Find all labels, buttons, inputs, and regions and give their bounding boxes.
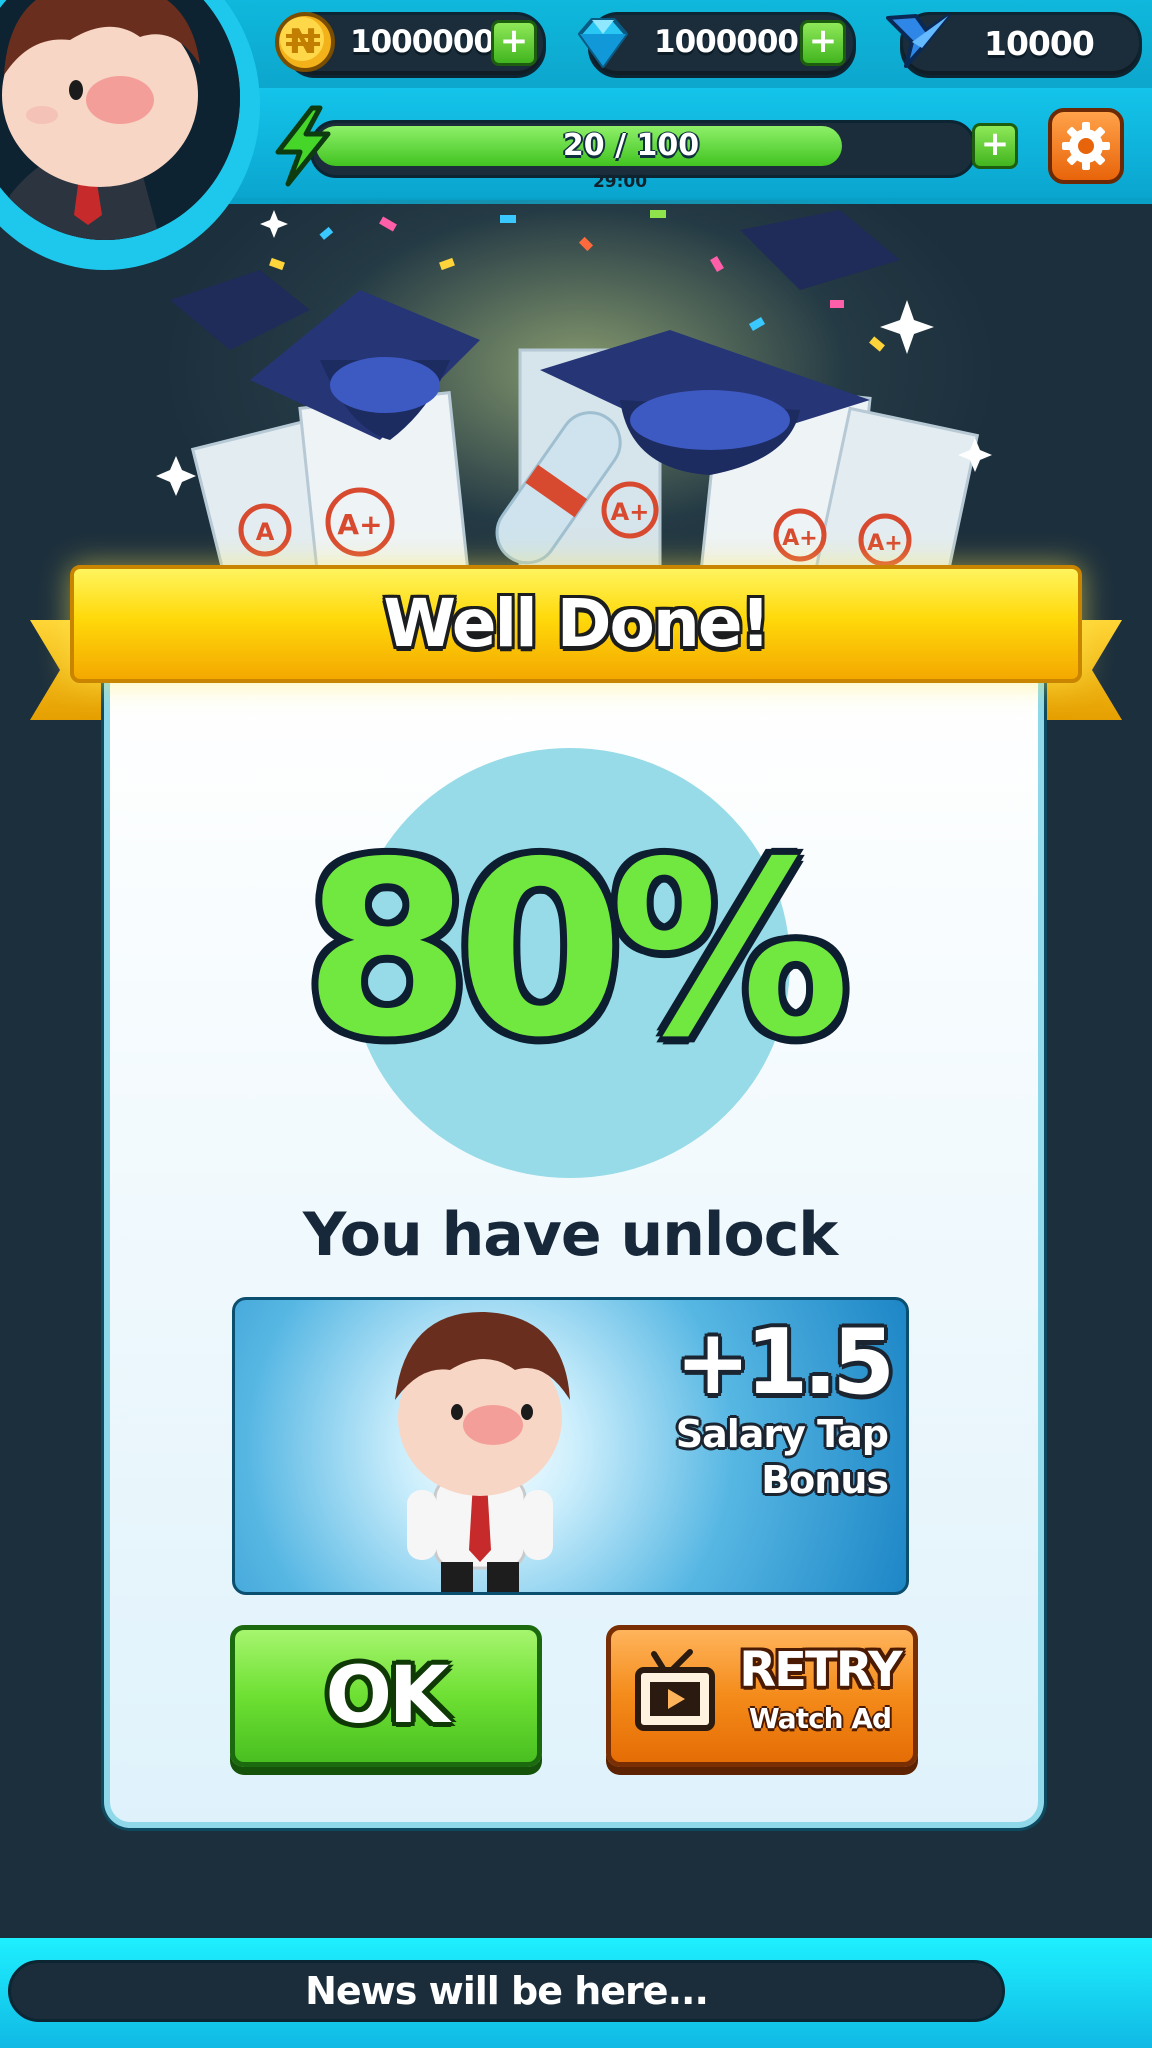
- gear-icon: [1058, 118, 1114, 174]
- currency-wings-value: 10000: [984, 24, 1095, 63]
- svg-text:A+: A+: [611, 498, 650, 526]
- unlock-message: You have unlock: [302, 1200, 838, 1270]
- ok-button-label: OK: [325, 1651, 450, 1741]
- naira-coin-icon: N: [272, 8, 338, 74]
- retry-label: RETRY: [739, 1642, 903, 1698]
- bonus-label-line1: Salary Tap: [675, 1412, 889, 1456]
- svg-text:A+: A+: [867, 531, 902, 556]
- settings-button[interactable]: [1048, 108, 1124, 184]
- wings-icon: [882, 8, 956, 78]
- svg-text:A+: A+: [337, 508, 382, 541]
- news-text: News will be here...: [305, 1969, 709, 2013]
- bonus-label-line2: Bonus: [761, 1458, 889, 1502]
- score-percent: 80%: [303, 810, 850, 1090]
- banner-title: Well Done!: [383, 585, 770, 662]
- add-energy-button[interactable]: +: [972, 123, 1018, 169]
- tv-play-icon: [628, 1646, 724, 1742]
- graduation-illustration: A A+ A+ A+ A+: [150, 200, 1000, 617]
- character-illustration: [365, 1300, 585, 1592]
- currency-naira-value: 1000000: [350, 24, 495, 60]
- svg-text:A: A: [256, 518, 275, 546]
- add-gems-button[interactable]: +: [800, 20, 846, 66]
- bonus-value: +1.5: [675, 1310, 895, 1415]
- add-naira-button[interactable]: +: [491, 20, 537, 66]
- currency-gems-value: 1000000: [654, 24, 799, 60]
- svg-text:A+: A+: [782, 526, 817, 551]
- watch-ad-label: Watch Ad: [748, 1702, 892, 1735]
- energy-value: 20 / 100: [562, 128, 700, 163]
- diamond-icon: [570, 10, 636, 76]
- energy-timer: 29:00: [592, 172, 648, 192]
